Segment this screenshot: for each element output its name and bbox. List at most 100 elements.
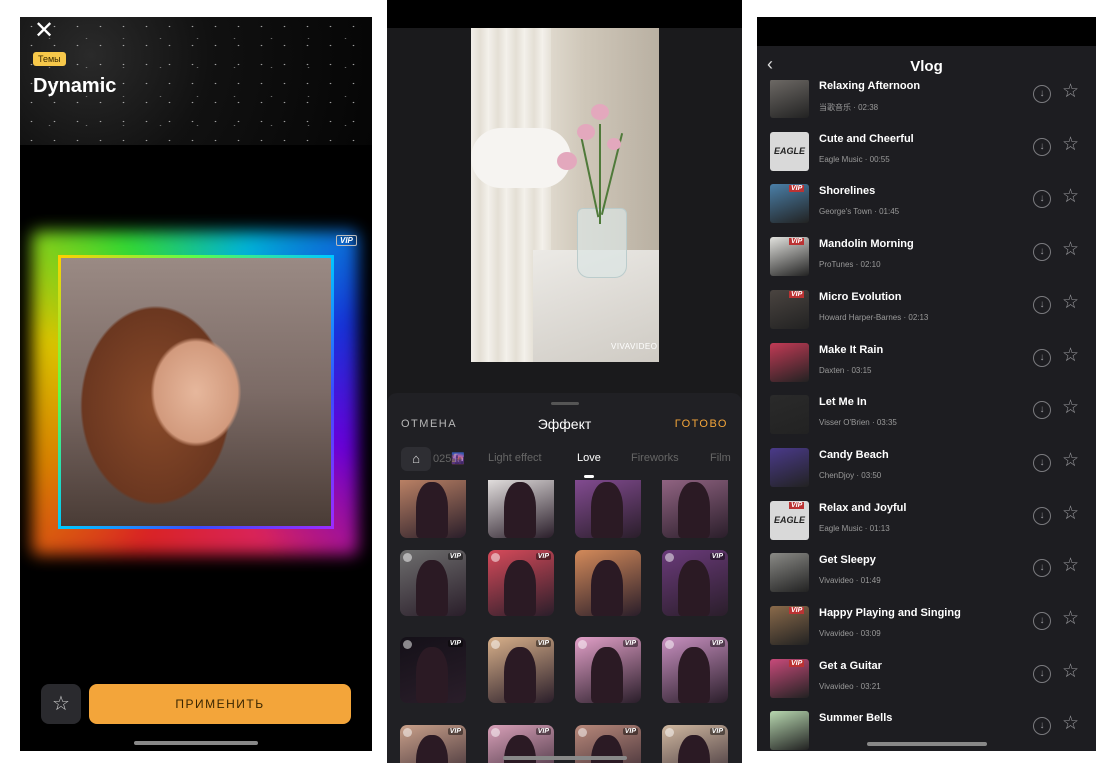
track-cover: EAGLE [770,131,809,171]
track-row[interactable]: Let Me In Visser O'Brien · 03:35 ↓ ☆ [757,390,1096,442]
tab-2025[interactable]: 025🌆 [433,452,465,465]
home-indicator [867,742,987,746]
effect-thumbnail[interactable] [575,550,641,616]
tab-light-effect[interactable]: Light effect [488,452,542,464]
track-cover: VIP [770,289,809,329]
download-icon[interactable]: ↓ [1033,612,1051,630]
effect-thumbnail[interactable] [662,480,728,538]
track-title: Relax and Joyful [819,501,907,514]
download-icon[interactable]: ↓ [1033,717,1051,736]
star-icon[interactable]: ☆ [1062,607,1079,630]
track-title: Mandolin Morning [819,238,914,251]
star-icon[interactable]: ☆ [1062,396,1079,419]
track-title: Get Sleepy [819,554,876,567]
star-icon[interactable]: ☆ [1062,449,1079,472]
vip-badge: VIP [709,640,725,647]
effect-thumbnail[interactable]: VIP [488,550,554,616]
video-preview[interactable]: VIVAVIDEO [471,28,659,362]
track-meta: Eagle Music · 00:55 [819,154,890,164]
silhouette-figure [591,560,623,616]
download-icon[interactable]: ↓ [1033,243,1051,262]
star-icon[interactable]: ☆ [1062,712,1079,735]
effect-thumbnail[interactable]: VIP [400,550,466,616]
theme-title: Dynamic [33,75,117,97]
effect-thumbnail[interactable]: VIP [400,725,466,763]
track-title: Happy Playing and Singing [819,607,961,619]
track-row[interactable]: EAGLE Cute and Cheerful Eagle Music · 00:5… [757,127,1096,179]
download-icon[interactable]: ↓ [1033,85,1051,103]
effect-thumbnail[interactable]: VIP [662,550,728,616]
track-row[interactable]: VIP Shorelines George's Town · 01:45 ↓ ☆ [757,179,1096,231]
track-row[interactable]: Candy Beach ChenDjoy · 03:50 ↓ ☆ [757,443,1096,495]
download-icon[interactable]: ↓ [1033,190,1051,209]
vip-badge: VIP [789,185,805,193]
download-icon[interactable]: ↓ [1033,295,1051,314]
star-icon[interactable]: ☆ [1062,502,1079,525]
download-icon[interactable]: ↓ [1033,137,1051,156]
track-row[interactable]: EAGLE VIP Relax and Joyful Eagle Music · 01… [757,496,1096,548]
download-icon[interactable]: ↓ [1033,559,1051,578]
download-mark-icon [403,728,412,737]
tab-film[interactable]: Film [710,452,731,464]
cover-logo: EAGLE [773,145,805,156]
active-tab-indicator [584,475,594,478]
effect-thumbnail[interactable]: VIP [400,637,466,703]
effect-thumbnail[interactable]: VIP [575,637,641,703]
effect-thumbnail[interactable] [400,480,466,538]
effect-thumbnail[interactable]: VIP [488,637,554,703]
effect-thumbnail[interactable]: VIP [662,637,728,703]
track-row[interactable]: Make It Rain Daxten · 03:15 ↓ ☆ [757,338,1096,390]
track-title: Summer Bells [819,712,893,725]
effect-screen: VIVAVIDEO ОТМЕНА Эффект ГОТОВО ⌂ 025🌆 Li… [387,0,742,763]
portrait-photo [61,258,331,526]
track-row[interactable]: VIP Happy Playing and Singing Vivavideo · … [757,601,1096,653]
vip-badge: VIP [447,553,463,560]
tab-fireworks[interactable]: Fireworks [631,452,679,464]
apply-button[interactable]: ПРИМЕНИТЬ [89,684,351,724]
star-icon[interactable]: ☆ [1062,238,1079,261]
track-row[interactable]: VIP Micro Evolution Howard Harper-Barnes ·… [757,285,1096,337]
download-icon[interactable]: ↓ [1033,453,1051,472]
track-cover: VIP [770,658,809,698]
star-icon[interactable]: ☆ [1062,80,1079,103]
vip-badge: VIP [709,553,725,560]
star-icon[interactable]: ☆ [1062,185,1079,208]
track-row[interactable]: Relaxing Afternoon 当歌音乐 · 02:38 ↓ ☆ [757,80,1096,126]
download-icon[interactable]: ↓ [1033,664,1051,683]
vip-badge: VIP [535,553,551,560]
effect-thumbnail[interactable]: VIP [662,725,728,763]
effect-thumbnail[interactable] [575,480,641,538]
done-button[interactable]: ГОТОВО [675,418,728,430]
download-mark-icon [665,728,674,737]
star-icon[interactable]: ☆ [1062,133,1079,156]
download-mark-icon [578,640,587,649]
favorite-button[interactable]: ☆ [41,684,81,724]
sheet-drag-handle[interactable] [551,402,579,405]
effect-thumbnail[interactable] [488,480,554,538]
tab-love[interactable]: Love [577,452,601,464]
download-icon[interactable]: ↓ [1033,401,1051,420]
track-row[interactable]: VIP Mandolin Morning ProTunes · 02:10 ↓ ☆ [757,232,1096,284]
vip-badge: VIP [789,607,805,614]
track-meta: ProTunes · 02:10 [819,260,881,270]
silhouette-figure [678,735,710,763]
silhouette-figure [504,482,536,538]
vlog-music-screen: ‹ Vlog Relaxing Afternoon 当歌音乐 · 02:38 ↓ ☆ E… [757,17,1096,751]
track-cover: EAGLE VIP [770,500,809,540]
download-icon[interactable]: ↓ [1033,348,1051,367]
star-icon[interactable]: ☆ [1062,554,1079,577]
star-icon[interactable]: ☆ [1062,660,1079,683]
effect-sheet: ОТМЕНА Эффект ГОТОВО ⌂ 025🌆 Light effect… [387,393,742,763]
track-meta: Eagle Music · 01:13 [819,523,890,533]
silhouette-figure [678,482,710,538]
track-row[interactable]: VIP Get a Guitar Vivavideo · 03:21 ↓ ☆ [757,654,1096,706]
star-icon[interactable]: ☆ [1062,344,1079,367]
track-meta: Howard Harper-Barnes · 02:13 [819,312,929,322]
star-icon[interactable]: ☆ [1062,291,1079,314]
download-icon[interactable]: ↓ [1033,506,1051,525]
store-icon[interactable]: ⌂ [401,447,431,471]
theme-preview-frame [58,255,334,529]
vip-badge: VIP [709,728,725,735]
close-icon[interactable]: ✕ [32,19,56,43]
track-row[interactable]: Get Sleepy Vivavideo · 01:49 ↓ ☆ [757,548,1096,600]
